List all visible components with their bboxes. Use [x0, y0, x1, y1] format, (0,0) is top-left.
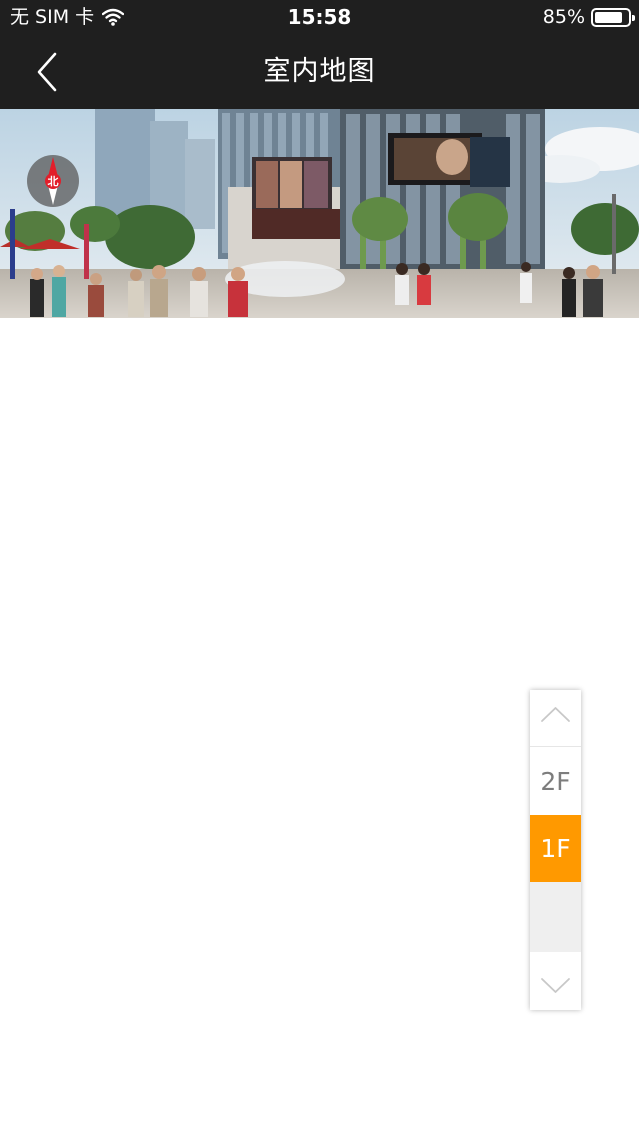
floor-1f-selected[interactable]: 1F [530, 815, 581, 882]
chevron-up-icon [541, 707, 570, 722]
battery-cap [632, 14, 635, 21]
floor-down-button[interactable] [530, 952, 581, 1010]
compass-icon: 北 [45, 157, 61, 205]
floor-2f[interactable]: 2F [530, 748, 581, 815]
battery-icon [591, 7, 635, 27]
battery-percent: 85% [542, 6, 585, 28]
compass-north-label: 北 [48, 174, 59, 188]
banner-image: 北 [0, 109, 639, 318]
floor-up-button[interactable] [530, 690, 581, 747]
floor-selector: 2F 1F [530, 690, 581, 1010]
nav-bar: 室内地图 [0, 36, 639, 109]
battery-fill [595, 11, 622, 23]
status-bar: 无 SIM 卡 15:58 85% [0, 0, 639, 36]
compass-button[interactable]: 北 [27, 155, 79, 207]
chevron-down-icon [541, 978, 570, 993]
floor-list-empty-slot [530, 882, 581, 952]
page-title: 室内地图 [263, 56, 376, 87]
mall-plaza-illustration [0, 109, 639, 318]
status-right: 85% [542, 6, 635, 28]
